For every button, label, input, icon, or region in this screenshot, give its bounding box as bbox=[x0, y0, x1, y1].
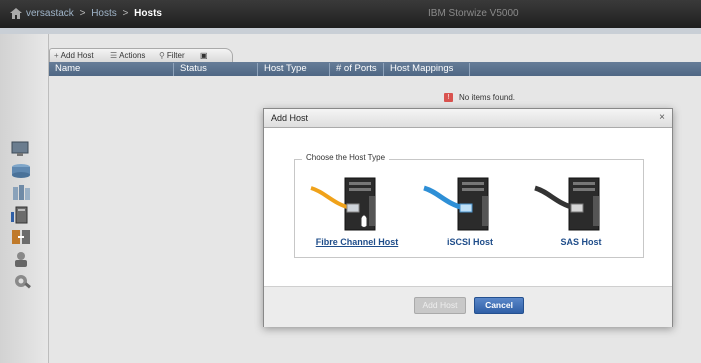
column-name[interactable]: Name bbox=[49, 63, 174, 76]
toolbar: + Add Host ☰ Actions ⚲ Filter ▣ bbox=[49, 48, 233, 63]
close-icon[interactable]: × bbox=[659, 112, 665, 123]
volumes-icon[interactable] bbox=[10, 184, 32, 202]
breadcrumb-separator: > bbox=[79, 8, 86, 19]
add-host-button[interactable]: Add Host bbox=[414, 297, 466, 314]
export-icon[interactable]: ▣ bbox=[200, 51, 208, 60]
add-host-dialog: Add Host × Choose the Host Type Fibre Ch… bbox=[263, 108, 673, 327]
actions-menu[interactable]: ☰ Actions bbox=[110, 51, 145, 60]
host-type-group: Choose the Host Type Fibre Channel Host … bbox=[294, 153, 644, 258]
sas-server-icon bbox=[534, 177, 600, 231]
column-host-type[interactable]: Host Type bbox=[258, 63, 330, 76]
access-icon[interactable] bbox=[10, 250, 32, 268]
sas-host-label: SAS Host bbox=[560, 237, 602, 247]
iscsi-host-option[interactable]: iSCSI Host bbox=[420, 174, 520, 256]
home-icon[interactable] bbox=[10, 8, 22, 19]
add-host-toolbar-button[interactable]: + Add Host bbox=[54, 51, 94, 60]
dialog-title: Add Host bbox=[271, 113, 309, 123]
dialog-footer: Add Host Cancel bbox=[264, 286, 672, 327]
filter-label: Filter bbox=[166, 51, 185, 60]
pools-icon[interactable] bbox=[10, 162, 32, 180]
add-host-label: Add Host bbox=[60, 51, 94, 60]
hosts-icon[interactable] bbox=[10, 206, 32, 224]
fibre-channel-host-label: Fibre Channel Host bbox=[315, 237, 399, 247]
iscsi-server-icon bbox=[423, 177, 489, 231]
empty-message-text: No items found. bbox=[459, 93, 516, 102]
plus-icon: + bbox=[54, 51, 59, 60]
fibre-channel-host-option[interactable]: Fibre Channel Host bbox=[307, 174, 407, 256]
iscsi-host-label: iSCSI Host bbox=[446, 237, 493, 247]
dialog-title-bar: Add Host × bbox=[264, 109, 672, 128]
breadcrumb-separator: > bbox=[122, 8, 129, 19]
cancel-button[interactable]: Cancel bbox=[474, 297, 524, 314]
breadcrumb-current: Hosts bbox=[134, 8, 162, 19]
column-host-mappings[interactable]: Host Mappings bbox=[384, 63, 470, 76]
fibre-channel-server-icon bbox=[310, 177, 376, 231]
filter-button[interactable]: ⚲ Filter bbox=[159, 51, 185, 60]
copy-services-icon[interactable] bbox=[10, 228, 32, 246]
monitoring-icon[interactable] bbox=[10, 140, 32, 158]
breadcrumb-hosts[interactable]: Hosts bbox=[91, 8, 117, 19]
breadcrumb: versastack > Hosts > Hosts bbox=[26, 8, 162, 19]
sidebar bbox=[0, 34, 49, 363]
actions-label: Actions bbox=[119, 51, 146, 60]
host-type-group-label: Choose the Host Type bbox=[302, 153, 390, 162]
product-name: IBM Storwize V5000 bbox=[428, 8, 519, 19]
table-header: Name Status Host Type # of Ports Host Ma… bbox=[49, 62, 701, 76]
warning-icon: ! bbox=[444, 93, 453, 103]
top-bar: versastack > Hosts > Hosts IBM Storwize … bbox=[0, 0, 701, 28]
column-ports[interactable]: # of Ports bbox=[330, 63, 384, 76]
breadcrumb-versastack[interactable]: versastack bbox=[26, 8, 74, 19]
magnifier-icon: ⚲ bbox=[159, 51, 165, 60]
list-icon: ☰ bbox=[110, 51, 118, 60]
column-status[interactable]: Status bbox=[174, 63, 258, 76]
sas-host-option[interactable]: SAS Host bbox=[531, 174, 631, 256]
settings-icon[interactable] bbox=[10, 272, 32, 290]
empty-table-message: ! No items found. bbox=[444, 93, 516, 103]
